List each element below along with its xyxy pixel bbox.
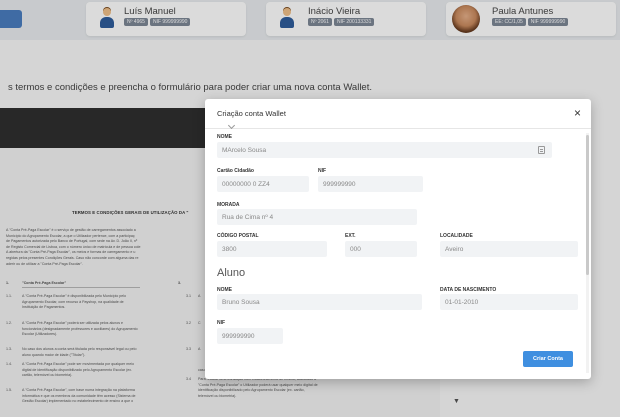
morada-input[interactable] bbox=[217, 209, 417, 225]
aluno-nome-label: NOME bbox=[217, 287, 232, 293]
codigo-postal-label: CÓDIGO POSTAL bbox=[217, 233, 259, 239]
ext-label: EXT. bbox=[345, 233, 356, 239]
morada-label: MORADA bbox=[217, 202, 240, 208]
aluno-heading: Aluno bbox=[217, 267, 246, 279]
criar-conta-button[interactable]: Criar Conta bbox=[523, 351, 573, 367]
ext-input[interactable] bbox=[345, 241, 417, 257]
nif-label: NIF bbox=[318, 168, 327, 174]
create-wallet-modal: Criação conta Wallet × NOME Cartão Cidad… bbox=[205, 99, 591, 379]
nif-input[interactable] bbox=[318, 176, 423, 192]
nome-input[interactable] bbox=[217, 142, 552, 158]
contact-card-icon[interactable] bbox=[538, 146, 545, 154]
modal-header: Criação conta Wallet × bbox=[205, 99, 591, 129]
modal-body[interactable]: NOME Cartão Cidadão NIF MORADA CÓDIGO PO… bbox=[205, 121, 591, 379]
cartao-cidadao-input[interactable] bbox=[217, 176, 309, 192]
aluno-nif-label: NIF bbox=[217, 320, 226, 326]
localidade-input[interactable] bbox=[440, 241, 578, 257]
data-nascimento-input[interactable] bbox=[440, 294, 578, 310]
nome-label: NOME bbox=[217, 134, 232, 140]
aluno-nome-input[interactable] bbox=[217, 294, 422, 310]
codigo-postal-input[interactable] bbox=[217, 241, 327, 257]
close-button[interactable]: × bbox=[574, 106, 581, 120]
data-nascimento-label: DATA DE NASCIMENTO bbox=[440, 287, 497, 293]
modal-title: Criação conta Wallet bbox=[217, 109, 286, 118]
localidade-label: LOCALIDADE bbox=[440, 233, 473, 239]
cartao-cidadao-label: Cartão Cidadão bbox=[217, 168, 254, 174]
modal-scrollbar-thumb[interactable] bbox=[586, 135, 589, 275]
aluno-nif-input[interactable] bbox=[217, 328, 283, 344]
